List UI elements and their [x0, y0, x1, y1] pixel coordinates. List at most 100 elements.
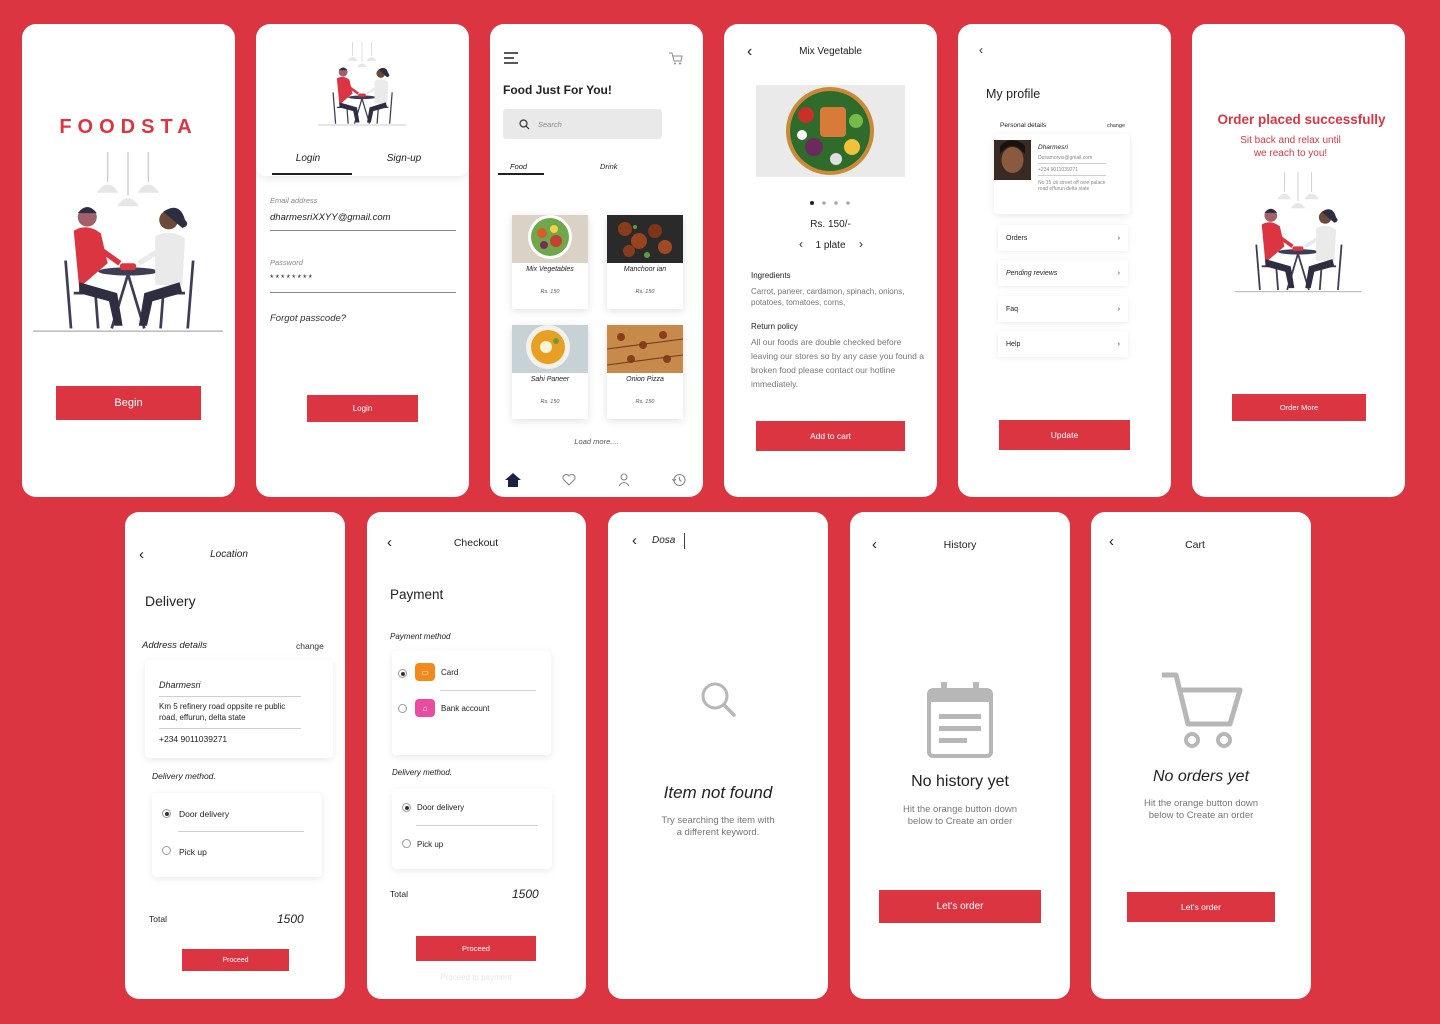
food-name: Manchoor ian — [623, 266, 667, 273]
history-header: History — [943, 539, 977, 551]
change-link[interactable]: change — [1107, 123, 1125, 129]
divider — [416, 825, 538, 826]
policy-text: All our foods are double checked before … — [751, 337, 924, 389]
radio-card[interactable] — [398, 669, 407, 678]
food-card-manchoorian[interactable]: Manchoor ian Rs. 150 — [607, 215, 683, 309]
checkout-screen: ‹ Checkout Payment Payment method ▭ Card… — [367, 512, 586, 999]
option-bank-account[interactable]: Bank account — [441, 704, 489, 713]
tab-login[interactable]: Login — [270, 153, 346, 164]
option-pick-up[interactable]: Pick up — [417, 840, 443, 849]
profile-phone: +234 9011039271 — [1038, 167, 1079, 173]
search-query-input[interactable]: Dosa — [652, 535, 675, 546]
order-more-button[interactable]: Order More — [1232, 394, 1366, 421]
food-card-sahi-paneer[interactable]: Sahi Paneer Rs. 150 — [512, 325, 588, 419]
home-icon[interactable] — [505, 473, 521, 487]
forgot-passcode-link[interactable]: Forgot passcode? — [270, 313, 346, 324]
radio-pick-up[interactable] — [402, 839, 411, 848]
option-door-delivery[interactable]: Door delivery — [417, 803, 464, 812]
tab-drink[interactable]: Drink — [600, 162, 618, 171]
text-cursor — [684, 533, 685, 549]
option-card[interactable]: Card — [441, 668, 458, 677]
divider — [440, 690, 536, 691]
proceed-button[interactable]: Proceed — [416, 936, 536, 961]
search-icon — [701, 682, 736, 717]
food-name: Mix Vegetables — [526, 266, 574, 273]
delivery-title: Delivery — [145, 593, 196, 609]
menu-faq[interactable]: Faq › — [998, 296, 1128, 322]
load-more-link[interactable]: Load more.... — [490, 437, 703, 446]
radio-door-delivery[interactable] — [162, 809, 171, 818]
profile-email: Dosamorvis@gmail.com — [1038, 155, 1093, 161]
lets-order-button[interactable]: Let's order — [1127, 892, 1275, 922]
cart-screen: ‹ Cart No orders yet Hit the orange butt… — [1091, 512, 1311, 999]
home-screen: Food Just For You! Search Food Drink Mix… — [490, 24, 703, 497]
food-price: Rs. 150 — [635, 289, 655, 295]
divider — [1038, 163, 1106, 164]
menu-icon[interactable] — [504, 52, 518, 64]
radio-bank[interactable] — [398, 704, 407, 713]
faded-proceed-text: Proceed to payment — [440, 973, 512, 982]
tab-signup[interactable]: Sign-up — [366, 153, 442, 164]
back-icon[interactable]: ‹ — [979, 44, 983, 56]
no-orders-title: No orders yet — [1152, 768, 1250, 785]
lets-order-button[interactable]: Let's order — [879, 890, 1041, 923]
policy-label: Return policy — [751, 322, 798, 331]
food-price: Rs. 150 — [635, 399, 655, 405]
divider — [159, 696, 301, 697]
food-image — [607, 325, 683, 373]
radio-door-delivery[interactable] — [402, 803, 411, 812]
not-found-sub-1: Try searching the item with — [661, 815, 775, 826]
update-button[interactable]: Update — [999, 420, 1130, 450]
delivery-method-label: Delivery method. — [392, 768, 453, 777]
user-icon[interactable] — [618, 473, 630, 486]
menu-orders[interactable]: Orders › — [998, 225, 1128, 251]
ingredients-label: Ingredients — [751, 271, 791, 280]
profile-name: Dharmesri — [1038, 144, 1068, 151]
detail-price: Rs. 150/- — [810, 219, 851, 230]
cart-icon[interactable] — [669, 52, 683, 65]
password-underline — [270, 292, 456, 293]
option-pick-up[interactable]: Pick up — [179, 847, 207, 857]
tab-food-indicator — [498, 173, 544, 175]
password-field[interactable]: ******** — [270, 273, 314, 283]
splash-screen: FOODSTA Begin — [22, 24, 235, 497]
radio-pick-up[interactable] — [162, 846, 171, 855]
address-label: Address details — [142, 640, 207, 651]
food-card-mix-vegetables[interactable]: Mix Vegetables Rs. 150 — [512, 215, 588, 309]
no-history-sub-2: below to Create an order — [907, 816, 1013, 827]
profile-screen: ‹ My profile Personal details change Dha… — [958, 24, 1171, 497]
success-screen: Order placed successfully Sit back and r… — [1192, 24, 1405, 497]
increase-qty-icon[interactable]: › — [859, 238, 863, 250]
total-label: Total — [149, 914, 167, 924]
menu-help[interactable]: Help › — [998, 331, 1128, 357]
menu-pending-reviews[interactable]: Pending reviews › — [998, 260, 1128, 286]
delivery-options-card: Door delivery Pick up — [152, 793, 322, 877]
change-link[interactable]: change — [296, 641, 324, 651]
food-image — [512, 325, 588, 373]
chevron-right-icon: › — [1117, 234, 1120, 242]
history-icon[interactable] — [672, 473, 686, 487]
proceed-button[interactable]: Proceed — [182, 949, 289, 971]
search-input[interactable]: Search — [503, 109, 662, 139]
food-card-onion-pizza[interactable]: Onion Pizza Rs. 150 — [607, 325, 683, 419]
begin-button[interactable]: Begin — [56, 386, 201, 420]
email-field[interactable]: dharmesriXXYY@gmail.com — [270, 212, 391, 223]
food-price: Rs. 150 — [540, 289, 560, 295]
total-label: Total — [390, 889, 408, 899]
tab-food[interactable]: Food — [510, 162, 527, 171]
login-button[interactable]: Login — [307, 395, 418, 422]
food-image — [607, 215, 683, 263]
heart-icon[interactable] — [562, 474, 576, 486]
delivery-screen: ‹ Location Delivery Address details chan… — [125, 512, 345, 999]
detail-title: Mix Vegetable — [799, 46, 862, 57]
chevron-right-icon: › — [1117, 305, 1120, 313]
history-screen: ‹ History No history yet Hit the orange … — [850, 512, 1070, 999]
back-icon[interactable]: ‹ — [632, 533, 637, 548]
add-to-cart-button[interactable]: Add to cart — [756, 421, 905, 451]
chevron-right-icon: › — [1117, 340, 1120, 348]
option-door-delivery[interactable]: Door delivery — [179, 809, 229, 819]
profile-card: Dharmesri Dosamorvis@gmail.com +234 9011… — [994, 134, 1130, 214]
profile-address: No 15 uti street off ovie palace road ef… — [1038, 180, 1106, 192]
menu-label: Pending reviews — [1006, 269, 1058, 277]
payment-method-label: Payment method — [390, 632, 451, 641]
